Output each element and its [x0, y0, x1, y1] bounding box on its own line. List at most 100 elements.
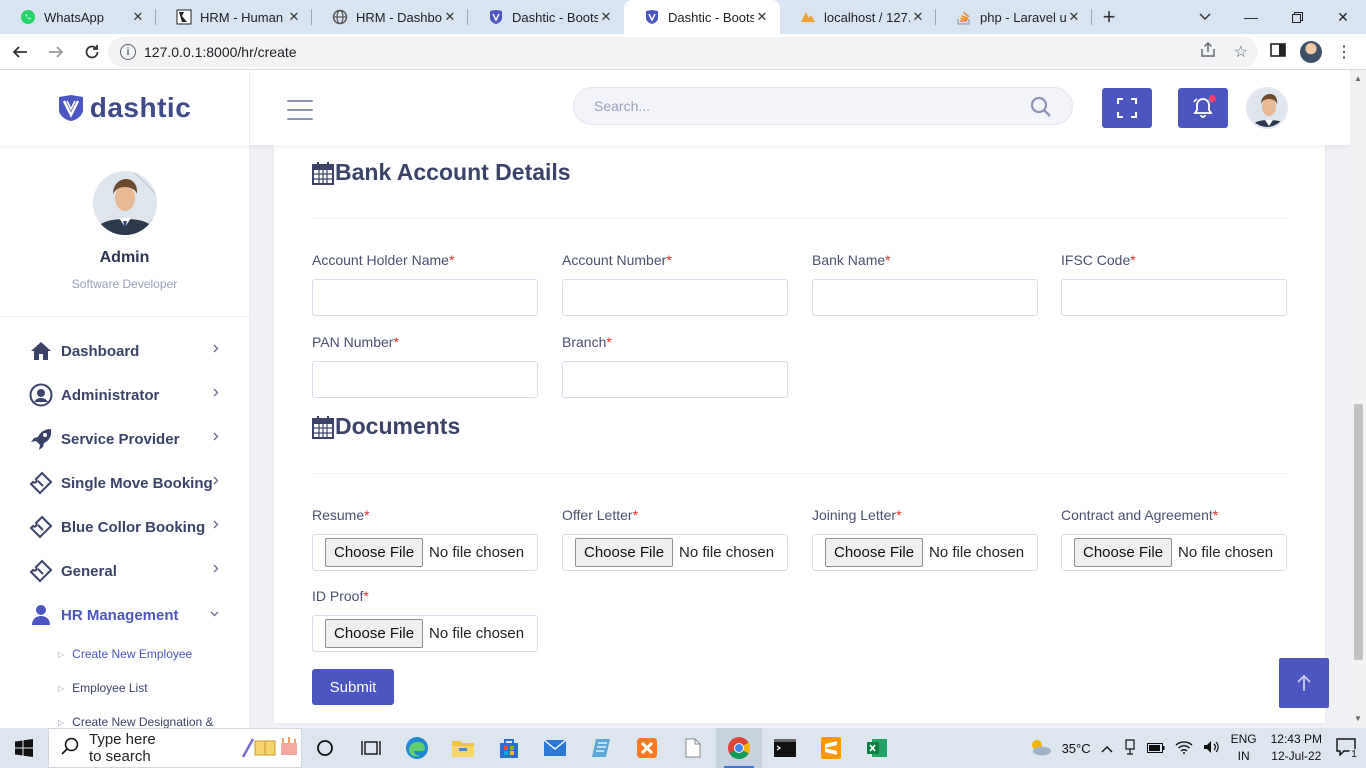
no-file-text: No file chosen	[429, 625, 525, 642]
sidebar-subitem-create-employee[interactable]: ▷ Create New Employee	[0, 637, 249, 671]
choose-file-button[interactable]: Choose File	[825, 538, 924, 567]
chrome-icon[interactable]	[716, 728, 762, 768]
terminal-icon[interactable]	[762, 728, 808, 768]
site-info-icon[interactable]: i	[120, 44, 136, 60]
browser-profile-avatar[interactable]	[1300, 41, 1322, 63]
tab-search-chevron-icon[interactable]	[1190, 0, 1220, 34]
close-icon[interactable]: ✕	[130, 9, 146, 25]
usb-device-icon[interactable]	[1123, 738, 1137, 758]
bank-name-input[interactable]	[812, 279, 1038, 316]
fullscreen-button[interactable]	[1102, 88, 1152, 128]
sidebar-item-blue-collor-booking[interactable]: Blue Collor Booking	[0, 505, 249, 549]
avatar[interactable]	[92, 171, 157, 235]
account-number-input[interactable]	[562, 279, 788, 316]
sidebar-item-general[interactable]: General	[0, 549, 249, 593]
close-icon[interactable]: ✕	[754, 9, 770, 25]
choose-file-button[interactable]: Choose File	[1074, 538, 1173, 567]
notes-app-icon[interactable]	[578, 728, 624, 768]
bookmark-star-icon[interactable]: ☆	[1234, 42, 1248, 63]
browser-tab-hrm-dashboard[interactable]: HRM - Dashboar ✕	[312, 0, 468, 34]
required-mark: *	[885, 252, 891, 268]
scroll-down-arrow-icon[interactable]: ▼	[1354, 714, 1362, 723]
sublime-text-icon[interactable]	[808, 728, 854, 768]
browser-tab-hrm-human[interactable]: HRM - Human Re ✕	[156, 0, 312, 34]
sidebar-subitem-create-designation[interactable]: ▷ Create New Designation &	[0, 705, 249, 728]
sidebar-item-service-provider[interactable]: Service Provider	[0, 417, 249, 461]
notifications-button[interactable]	[1178, 88, 1228, 128]
volume-icon[interactable]	[1203, 740, 1221, 757]
blank-document-icon[interactable]	[670, 728, 716, 768]
search-input[interactable]	[594, 98, 1014, 114]
windows-start-icon[interactable]	[0, 728, 48, 768]
browser-tab-dashtic-1[interactable]: Dashtic - Bootstr ✕	[468, 0, 624, 34]
sidebar-item-dashboard[interactable]: Dashboard	[0, 329, 249, 373]
sidebar-toggle-icon[interactable]	[1270, 42, 1286, 62]
taskbar-search[interactable]: Type here to search	[48, 728, 302, 768]
search-highlights-icon	[239, 733, 301, 764]
caret-right-icon: ▷	[58, 649, 65, 659]
file-explorer-icon[interactable]	[440, 728, 486, 768]
account-holder-name-field: Account Holder Name*	[312, 252, 538, 316]
battery-icon[interactable]	[1146, 741, 1165, 756]
choose-file-button[interactable]: Choose File	[575, 538, 674, 567]
close-window-icon[interactable]: ✕	[1320, 0, 1366, 34]
account-holder-name-input[interactable]	[312, 279, 538, 316]
browser-tab-whatsapp[interactable]: WhatsApp ✕	[0, 0, 156, 34]
mail-icon[interactable]	[532, 728, 578, 768]
pan-number-input[interactable]	[312, 361, 538, 398]
notification-dot	[1209, 95, 1216, 102]
task-view-icon[interactable]	[348, 728, 394, 768]
ifsc-code-input[interactable]	[1061, 279, 1287, 316]
scrollbar-thumb[interactable]	[1354, 404, 1363, 660]
header-user-avatar[interactable]	[1246, 87, 1288, 129]
language-indicator[interactable]: ENG IN	[1231, 731, 1257, 765]
stackoverflow-icon	[956, 9, 972, 25]
page-scrollbar[interactable]: ▲ ▼	[1350, 70, 1366, 728]
forward-arrow-icon[interactable]	[40, 36, 72, 68]
address-bar[interactable]: i 127.0.0.1:8000/hr/create ☆	[108, 37, 1258, 67]
back-to-top-button[interactable]	[1279, 658, 1329, 708]
browser-tab-dashtic-active[interactable]: Dashtic - Bootstr ✕	[624, 0, 780, 34]
microsoft-store-icon[interactable]	[486, 728, 532, 768]
phpmyadmin-icon	[800, 9, 816, 25]
chevron-up-icon[interactable]	[1101, 741, 1113, 756]
submit-button[interactable]: Submit	[312, 669, 394, 705]
temperature-text[interactable]: 35°C	[1062, 741, 1091, 756]
scroll-up-arrow-icon[interactable]: ▲	[1354, 74, 1362, 83]
excel-icon[interactable]	[854, 728, 900, 768]
close-icon[interactable]: ✕	[442, 9, 458, 25]
weather-icon[interactable]	[1028, 738, 1052, 759]
menu-toggle-icon[interactable]	[287, 100, 313, 127]
close-icon[interactable]: ✕	[286, 9, 302, 25]
sidebar-subitem-employee-list[interactable]: ▷ Employee List	[0, 671, 249, 705]
sidebar-item-single-move-booking[interactable]: Single Move Booking	[0, 461, 249, 505]
sidebar-item-administrator[interactable]: Administrator	[0, 373, 249, 417]
share-icon[interactable]	[1200, 41, 1216, 63]
browser-tab-stackoverflow[interactable]: php - Laravel use ✕	[936, 0, 1092, 34]
close-icon[interactable]: ✕	[1066, 9, 1082, 25]
close-icon[interactable]: ✕	[598, 9, 614, 25]
back-arrow-icon[interactable]	[4, 36, 36, 68]
system-tray: 35°C ENG IN 12:43 PM 12-Jul-22 1	[1028, 728, 1366, 768]
sidebar-item-label: Dashboard	[61, 342, 140, 360]
search-icon[interactable]	[1030, 96, 1052, 123]
notification-center-icon[interactable]: 1	[1336, 737, 1360, 761]
branch-input[interactable]	[562, 361, 788, 398]
browser-menu-icon[interactable]: ⋮	[1336, 42, 1352, 62]
minimize-icon[interactable]: —	[1228, 0, 1274, 34]
reload-icon[interactable]	[76, 36, 108, 68]
wifi-icon[interactable]	[1175, 740, 1193, 757]
choose-file-button[interactable]: Choose File	[325, 538, 424, 567]
restore-icon[interactable]	[1274, 0, 1320, 34]
cortana-icon[interactable]	[302, 728, 348, 768]
close-icon[interactable]: ✕	[910, 9, 926, 25]
brand-logo[interactable]: dashtic	[0, 70, 250, 145]
sidebar-item-hr-management[interactable]: HR Management	[0, 593, 249, 637]
dashtic-shield-icon	[644, 9, 660, 25]
clock[interactable]: 12:43 PM 12-Jul-22	[1271, 731, 1322, 765]
edge-browser-icon[interactable]	[394, 728, 440, 768]
xampp-icon[interactable]	[624, 728, 670, 768]
browser-tab-phpmyadmin[interactable]: localhost / 127.0 ✕	[780, 0, 936, 34]
choose-file-button[interactable]: Choose File	[325, 619, 424, 648]
new-tab-button[interactable]: +	[1092, 0, 1126, 34]
